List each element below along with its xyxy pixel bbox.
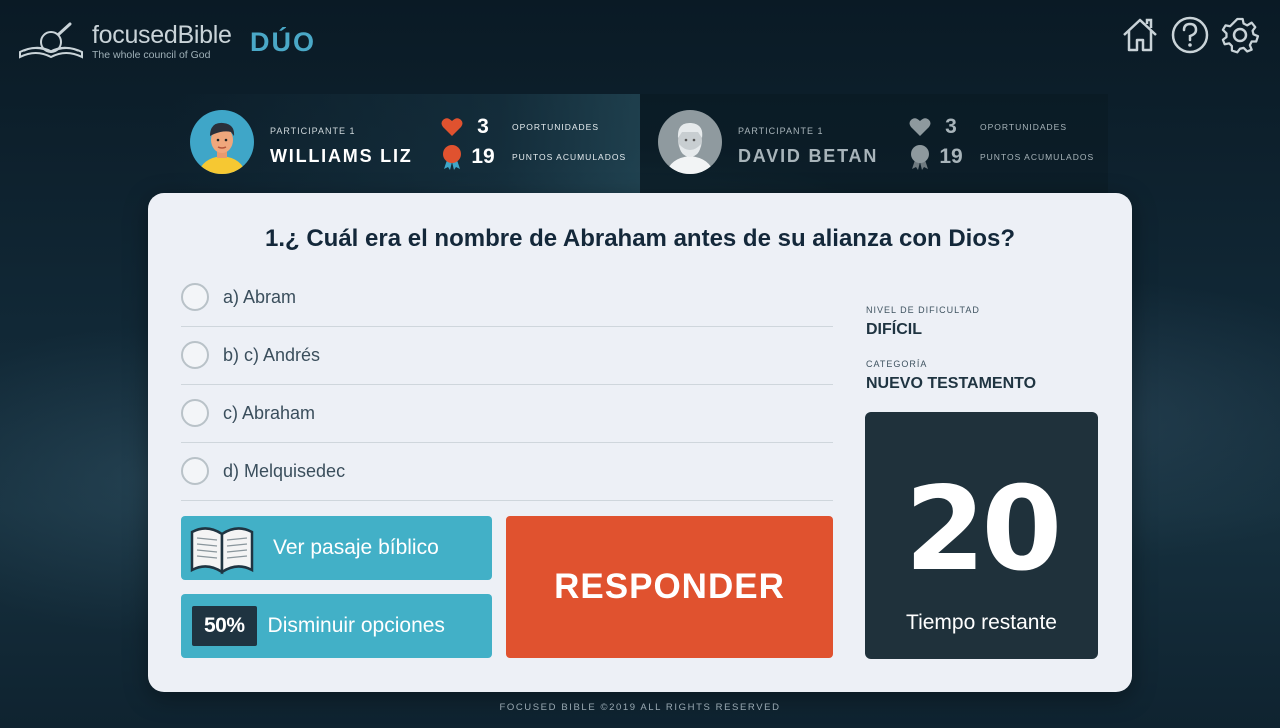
bible-logo-icon — [19, 22, 83, 59]
answer-option-b[interactable]: b) c) Andrés — [181, 326, 833, 385]
home-icon[interactable] — [1120, 15, 1160, 55]
brand-name: focusedBible — [92, 21, 232, 50]
points-stat: 19 PUNTOS ACUMULADOS — [908, 144, 1094, 170]
heart-icon — [441, 118, 463, 136]
fifty-fifty-label: Disminuir opciones — [267, 614, 445, 637]
player-name: DAVID BETAN — [738, 146, 879, 166]
difficulty-label: NIVEL DE DIFICULTAD — [866, 305, 980, 315]
view-passage-button[interactable]: Ver pasaje bíblico — [181, 516, 492, 580]
lives-count: 3 — [945, 115, 957, 138]
radio-button[interactable] — [181, 457, 209, 485]
option-label: d) Melquisedec — [223, 460, 346, 481]
avatar — [190, 110, 254, 174]
option-label: c) Abraham — [223, 402, 316, 423]
timer-value: 20 — [904, 462, 1062, 597]
answer-option-a[interactable]: a) Abram — [181, 268, 833, 327]
gear-icon[interactable] — [1220, 15, 1260, 55]
points-count: 19 — [471, 145, 495, 168]
lives-stat: 3 OPORTUNIDADES — [908, 114, 1067, 140]
help-icon[interactable] — [1170, 15, 1210, 55]
avatar — [658, 110, 722, 174]
player-role: PARTICIPANTE 1 — [738, 126, 824, 136]
medal-icon — [443, 145, 461, 170]
brand-logo[interactable]: focusedBible The whole council of God — [18, 22, 232, 62]
player-2-card: PARTICIPANTE 1 DAVID BETAN 3 OPORTUNIDAD… — [640, 94, 1108, 194]
fifty-fifty-button[interactable]: 50% Disminuir opciones — [181, 594, 492, 658]
points-stat: 19 PUNTOS ACUMULADOS — [440, 144, 626, 170]
radio-button[interactable] — [181, 341, 209, 369]
heart-icon — [909, 118, 931, 136]
answer-option-d[interactable]: d) Melquisedec — [181, 442, 833, 501]
brand-tagline: The whole council of God — [92, 49, 211, 62]
difficulty-value: DIFÍCIL — [866, 321, 922, 338]
top-toolbar — [1120, 15, 1260, 55]
radio-button[interactable] — [181, 283, 209, 311]
lives-label: OPORTUNIDADES — [512, 122, 599, 132]
points-count: 19 — [939, 145, 963, 168]
category-label: CATEGORÍA — [866, 359, 928, 369]
category-value: NUEVO TESTAMENTO — [866, 375, 1037, 392]
footer-copyright: FOCUSED BIBLE ©2019 ALL RIGHTS RESERVED — [499, 702, 781, 713]
game-mode-title: DÚO — [250, 27, 316, 57]
countdown-timer: 20 Tiempo restante — [865, 412, 1098, 659]
lives-label: OPORTUNIDADES — [980, 122, 1067, 132]
player-1-card: PARTICIPANTE 1 WILLIAMS LIZ 3 OPORTUNIDA… — [172, 94, 640, 194]
question-card: 1.¿ Cuál era el nombre de Abraham antes … — [148, 193, 1132, 692]
lives-count: 3 — [477, 115, 489, 138]
option-label: a) Abram — [223, 286, 297, 307]
lives-stat: 3 OPORTUNIDADES — [440, 114, 599, 140]
answer-button[interactable]: RESPONDER — [506, 516, 833, 658]
option-label: b) c) Andrés — [223, 344, 321, 365]
answer-option-c[interactable]: c) Abraham — [181, 384, 833, 443]
player-name: WILLIAMS LIZ — [270, 146, 413, 166]
view-passage-label: Ver pasaje bíblico — [273, 536, 439, 559]
open-book-icon — [190, 527, 254, 575]
timer-label: Tiempo restante — [906, 611, 1057, 634]
question-text: 1.¿ Cuál era el nombre de Abraham antes … — [265, 225, 1015, 252]
players-panel: PARTICIPANTE 1 WILLIAMS LIZ 3 OPORTUNIDA… — [172, 94, 1108, 202]
points-label: PUNTOS ACUMULADOS — [980, 152, 1095, 162]
radio-button[interactable] — [181, 399, 209, 427]
fifty-percent-badge: 50% — [192, 606, 257, 646]
player-role: PARTICIPANTE 1 — [270, 126, 356, 136]
points-label: PUNTOS ACUMULADOS — [512, 152, 627, 162]
medal-icon — [911, 145, 929, 170]
